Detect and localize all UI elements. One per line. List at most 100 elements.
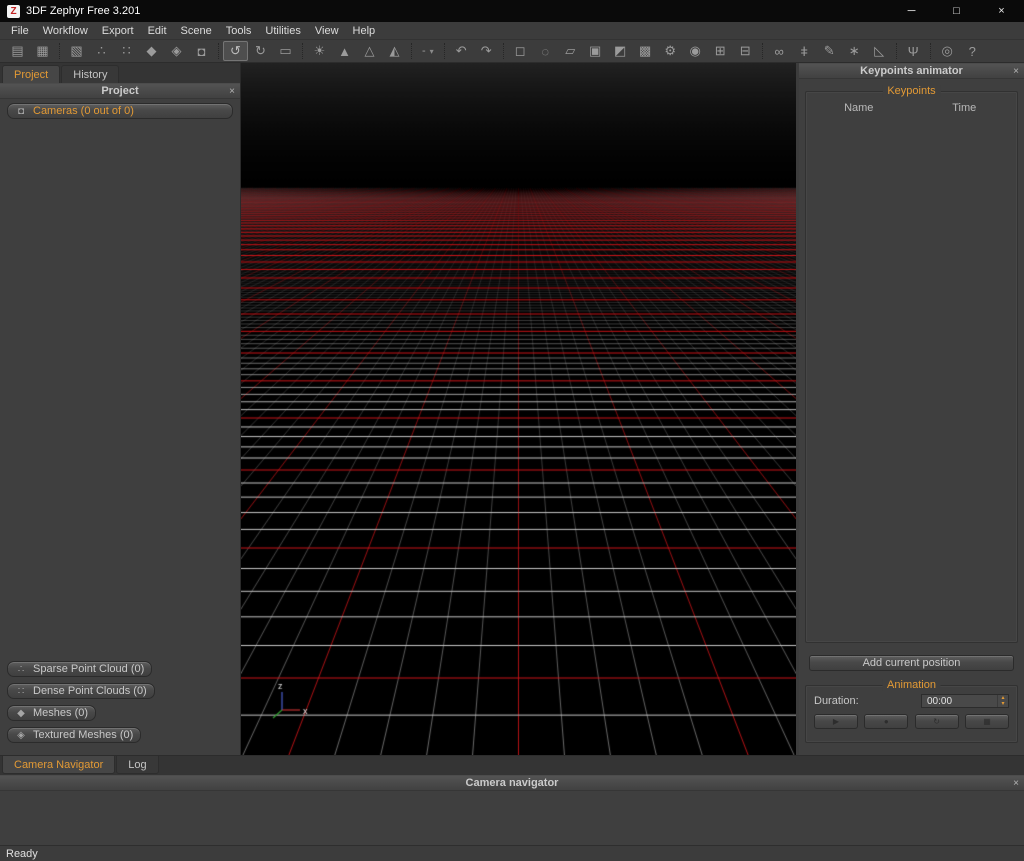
- camera-navigator-body: [0, 791, 1024, 845]
- menu-file[interactable]: File: [4, 23, 36, 39]
- keyframes-button[interactable]: ▦: [965, 714, 1009, 729]
- clean-button[interactable]: ∗: [842, 41, 867, 61]
- project-panel: Project History Project × ◘ Cameras (0 o…: [0, 63, 240, 755]
- dense-point-clouds-label: Dense Point Clouds (0): [33, 685, 147, 697]
- remove-region-button[interactable]: ⊟: [733, 41, 758, 61]
- viewport-3d: [240, 63, 796, 755]
- link-button[interactable]: ∞: [767, 41, 792, 61]
- cameras-button[interactable]: ◘ Cameras (0 out of 0): [7, 103, 233, 119]
- spin-down-icon[interactable]: ▾: [998, 701, 1008, 707]
- orbit-navigation-button[interactable]: ↺: [223, 41, 248, 61]
- mask-button[interactable]: ◉: [683, 41, 708, 61]
- menu-view[interactable]: View: [308, 23, 346, 39]
- add-region-button[interactable]: ⊞: [708, 41, 733, 61]
- sparse-point-cloud-button[interactable]: ∴: [89, 41, 114, 61]
- titlebar: Z 3DF Zephyr Free 3.201 ─ □ ×: [0, 0, 1024, 22]
- tab-log[interactable]: Log: [116, 756, 158, 774]
- menu-help[interactable]: Help: [346, 23, 383, 39]
- toolbar-separator: [930, 43, 931, 59]
- lighting-button[interactable]: ☀: [307, 41, 332, 61]
- duration-label: Duration:: [814, 695, 859, 707]
- menu-scene[interactable]: Scene: [174, 23, 219, 39]
- angle-button[interactable]: ◺: [867, 41, 892, 61]
- tab-camera-navigator[interactable]: Camera Navigator: [2, 756, 115, 774]
- play-button[interactable]: ▶: [814, 714, 858, 729]
- camera-navigator-header: Camera navigator ×: [0, 775, 1024, 791]
- keypoints-animator-title: Keypoints animator: [860, 65, 963, 77]
- new-project-button[interactable]: ▤: [5, 41, 30, 61]
- camera-navigator-close-button[interactable]: ×: [1013, 776, 1019, 790]
- selection-settings-button[interactable]: ⚙: [658, 41, 683, 61]
- lasso-selection-button[interactable]: ◌: [533, 41, 558, 61]
- column-name: Name: [806, 102, 912, 114]
- clear-selection-button[interactable]: ▣: [583, 41, 608, 61]
- toolbar-separator: [59, 43, 60, 59]
- toolbar-separator: [444, 43, 445, 59]
- polygon-selection-button[interactable]: ▱: [558, 41, 583, 61]
- add-current-position-button[interactable]: Add current position: [809, 655, 1014, 671]
- select-all-button[interactable]: ▩: [633, 41, 658, 61]
- redo-button[interactable]: ↷: [474, 41, 499, 61]
- control-point-button[interactable]: ǂ: [792, 41, 817, 61]
- plugin-button[interactable]: Ψ: [901, 41, 926, 61]
- bottom-tabbar: Camera Navigator Log: [0, 755, 1024, 775]
- close-button[interactable]: ×: [979, 0, 1024, 22]
- scale-dropdown-value: -: [422, 45, 426, 57]
- mesh-button[interactable]: ◆: [139, 41, 164, 61]
- scale-dropdown[interactable]: - ▾: [416, 42, 440, 60]
- app-logo-icon: Z: [7, 5, 20, 18]
- record-button[interactable]: ●: [864, 714, 908, 729]
- tab-project[interactable]: Project: [2, 65, 60, 83]
- window-controls: ─ □ ×: [889, 0, 1024, 22]
- invert-selection-button[interactable]: ◩: [608, 41, 633, 61]
- help-button[interactable]: ?: [960, 41, 985, 61]
- camera-navigator-title: Camera navigator: [466, 777, 559, 789]
- keypoints-animator-close-button[interactable]: ×: [1013, 64, 1019, 78]
- stereo-view-button[interactable]: ◎: [935, 41, 960, 61]
- sparse-point-cloud-label: Sparse Point Cloud (0): [33, 663, 144, 675]
- toolbar-separator: [411, 43, 412, 59]
- project-panel-title: Project: [101, 85, 138, 97]
- menu-workflow[interactable]: Workflow: [36, 23, 95, 39]
- project-panel-body: [0, 119, 240, 661]
- menubar: File Workflow Export Edit Scene Tools Ut…: [0, 22, 1024, 40]
- measurement-button[interactable]: ▭: [273, 41, 298, 61]
- free-rotation-button[interactable]: ↻: [248, 41, 273, 61]
- meshes-list-button[interactable]: ◆ Meshes (0): [7, 705, 96, 721]
- project-panel-close-button[interactable]: ×: [229, 84, 235, 98]
- toolbar-separator: [302, 43, 303, 59]
- dense-point-clouds-list-button[interactable]: ∷ Dense Point Clouds (0): [7, 683, 155, 699]
- menu-tools[interactable]: Tools: [219, 23, 259, 39]
- minimize-button[interactable]: ─: [889, 0, 934, 22]
- textured-mesh-button[interactable]: ◈: [164, 41, 189, 61]
- status-text: Ready: [6, 848, 38, 860]
- maximize-button[interactable]: □: [934, 0, 979, 22]
- chevron-down-icon: ▾: [430, 47, 434, 56]
- rectangle-selection-button[interactable]: ◻: [508, 41, 533, 61]
- undo-button[interactable]: ↶: [449, 41, 474, 61]
- menu-edit[interactable]: Edit: [141, 23, 174, 39]
- view-ground-button[interactable]: ◭: [382, 41, 407, 61]
- viewport-canvas[interactable]: [241, 63, 796, 755]
- keypoints-group-label: Keypoints: [882, 85, 940, 97]
- menu-export[interactable]: Export: [95, 23, 141, 39]
- sparse-point-cloud-list-button[interactable]: ∴ Sparse Point Cloud (0): [7, 661, 152, 677]
- view-front-button[interactable]: △: [357, 41, 382, 61]
- draw-button[interactable]: ✎: [817, 41, 842, 61]
- toolbar-separator: [762, 43, 763, 59]
- duration-spinner[interactable]: 00:00 ▴ ▾: [921, 694, 1009, 708]
- textured-meshes-label: Textured Meshes (0): [33, 729, 133, 741]
- menu-utilities[interactable]: Utilities: [258, 23, 307, 39]
- main-area: Project History Project × ◘ Cameras (0 o…: [0, 63, 1024, 755]
- dense-point-cloud-button[interactable]: ∷: [114, 41, 139, 61]
- animation-group: Animation Duration: 00:00 ▴ ▾ ▶ ● ↻ ▦: [805, 685, 1018, 743]
- tab-history[interactable]: History: [61, 65, 119, 83]
- view-top-button[interactable]: ▲: [332, 41, 357, 61]
- keypoints-list[interactable]: [806, 114, 1017, 642]
- import-images-button[interactable]: ▧: [64, 41, 89, 61]
- save-project-button[interactable]: ▦: [30, 41, 55, 61]
- textured-meshes-list-button[interactable]: ◈ Textured Meshes (0): [7, 727, 141, 743]
- spinner-buttons: ▴ ▾: [997, 695, 1008, 707]
- loop-button[interactable]: ↻: [915, 714, 959, 729]
- camera-button[interactable]: ◘: [189, 41, 214, 61]
